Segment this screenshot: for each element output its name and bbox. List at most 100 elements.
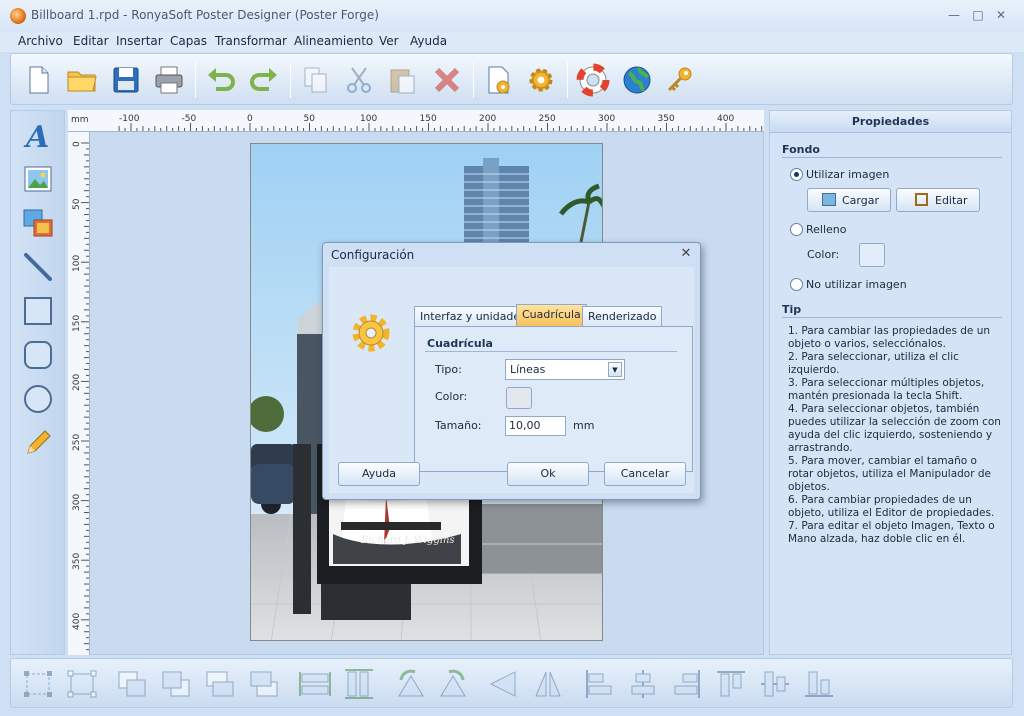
align-middle-icon[interactable] <box>758 668 792 700</box>
cut-icon[interactable] <box>342 63 376 97</box>
copy-icon[interactable] <box>299 63 333 97</box>
align-right-icon[interactable] <box>670 668 704 700</box>
app-logo-icon <box>10 8 26 24</box>
load-image-icon <box>822 193 836 206</box>
ruler-top-label: -100 <box>119 114 140 124</box>
rotate-left-icon[interactable] <box>393 668 427 700</box>
tab-renderizado[interactable]: Renderizado <box>582 306 663 326</box>
flip-vertical-icon[interactable] <box>531 668 565 700</box>
ruler-top-label: 350 <box>657 114 675 124</box>
menu-archivo[interactable]: Archivo <box>18 34 63 48</box>
bring-to-front-icon[interactable] <box>203 668 237 700</box>
tipo-label: Tipo: <box>435 363 462 376</box>
ok-button[interactable]: Ok <box>507 462 589 486</box>
redo-icon[interactable] <box>247 63 281 97</box>
svg-text:A: A <box>23 120 49 151</box>
image-tool-icon[interactable] <box>22 163 54 195</box>
align-center-icon[interactable] <box>626 668 660 700</box>
tip-item: 2. Para seleccionar, utiliza el clic izq… <box>788 351 959 376</box>
crop-icon <box>915 193 928 206</box>
no-utilizar-imagen-radio[interactable] <box>790 278 803 291</box>
maximize-button[interactable]: □ <box>967 6 989 24</box>
bring-forward-icon[interactable] <box>115 668 149 700</box>
configuracion-dialog: Configuración ✕ Interfaz y unidades Cuad… <box>322 242 701 500</box>
send-to-back-icon[interactable] <box>247 668 281 700</box>
fondo-section-title: Fondo <box>782 143 820 156</box>
menu-insertar[interactable]: Insertar <box>116 34 163 48</box>
flip-horizontal-icon[interactable] <box>487 668 521 700</box>
same-height-icon[interactable] <box>342 668 376 700</box>
menu-ayuda[interactable]: Ayuda <box>410 34 447 48</box>
tip-item: 6. Para cambiar propiedades de un objeto… <box>788 494 995 519</box>
settings-gear-icon[interactable] <box>524 63 558 97</box>
ruler-left-label: 400 <box>72 612 82 630</box>
ruler-top-label: 300 <box>598 114 616 124</box>
ayuda-button[interactable]: Ayuda <box>338 462 420 486</box>
ruler-left-label: 350 <box>72 553 82 571</box>
relleno-radio[interactable] <box>790 223 803 236</box>
chevron-down-icon[interactable]: ▼ <box>608 362 622 377</box>
dialog-close-icon[interactable]: ✕ <box>678 246 694 261</box>
save-icon[interactable] <box>109 63 143 97</box>
close-window-button[interactable]: ✕ <box>990 6 1012 24</box>
undo-icon[interactable] <box>204 63 238 97</box>
new-file-icon[interactable] <box>21 63 55 97</box>
grid-color-swatch[interactable] <box>506 387 532 409</box>
document-settings-icon[interactable] <box>482 63 516 97</box>
pencil-tool-icon[interactable] <box>22 427 54 459</box>
tab-interfaz-y-unidades[interactable]: Interfaz y unidades <box>414 306 532 326</box>
tip-section-title: Tip <box>782 303 802 316</box>
menu-capas[interactable]: Capas <box>170 34 207 48</box>
menu-bar: Archivo Editar Insertar Capas Transforma… <box>0 32 1024 52</box>
tamano-unit: mm <box>573 419 595 432</box>
open-folder-icon[interactable] <box>65 63 99 97</box>
tip-item: 7. Para editar el objeto Imagen, Texto o… <box>788 520 995 545</box>
paste-icon[interactable] <box>386 63 420 97</box>
menu-transformar[interactable]: Transformar <box>215 34 287 48</box>
utilizar-imagen-radio[interactable] <box>790 168 803 181</box>
align-top-icon[interactable] <box>714 668 748 700</box>
images-tool-icon[interactable] <box>22 207 54 239</box>
tamano-label: Tamaño: <box>435 419 482 432</box>
tamano-input[interactable]: 10,00 <box>505 416 566 436</box>
tipo-value: Líneas <box>510 363 546 376</box>
properties-panel: Propiedades Fondo Utilizar imagen Cargar… <box>769 110 1012 655</box>
fill-color-label: Color: <box>807 248 840 261</box>
settings-gear-icon <box>349 311 393 355</box>
help-lifebuoy-icon[interactable] <box>576 63 610 97</box>
no-utilizar-imagen-label: No utilizar imagen <box>806 278 907 291</box>
ellipse-tool-icon[interactable] <box>22 383 54 415</box>
key-icon[interactable] <box>663 63 697 97</box>
group-icon[interactable] <box>21 668 55 700</box>
align-left-icon[interactable] <box>582 668 616 700</box>
rounded-rectangle-tool-icon[interactable] <box>22 339 54 371</box>
menu-editar[interactable]: Editar <box>73 34 109 48</box>
text-tool-icon[interactable]: A <box>22 119 54 155</box>
print-icon[interactable] <box>152 63 186 97</box>
ruler-top-label: 50 <box>303 114 315 124</box>
minimize-button[interactable]: — <box>943 6 965 24</box>
window-title: Billboard 1.rpd - RonyaSoft Poster Desig… <box>31 8 379 22</box>
ruler-left-label: 50 <box>72 198 82 210</box>
rectangle-tool-icon[interactable] <box>22 295 54 327</box>
tipo-select[interactable]: Líneas ▼ <box>505 359 625 380</box>
menu-ver[interactable]: Ver <box>379 34 399 48</box>
send-backward-icon[interactable] <box>159 668 193 700</box>
cancelar-button[interactable]: Cancelar <box>604 462 686 486</box>
ruler-unit-label: mm <box>71 115 89 125</box>
dialog-title: Configuración <box>331 248 415 262</box>
ungroup-icon[interactable] <box>65 668 99 700</box>
web-globe-icon[interactable] <box>620 63 654 97</box>
same-width-icon[interactable] <box>298 668 332 700</box>
menu-alineamiento[interactable]: Alineamiento <box>294 34 373 48</box>
rotate-right-icon[interactable] <box>437 668 471 700</box>
relleno-label: Relleno <box>806 223 847 236</box>
line-tool-icon[interactable] <box>22 251 54 283</box>
cargar-button[interactable]: Cargar <box>807 188 891 212</box>
align-bottom-icon[interactable] <box>802 668 836 700</box>
fill-color-swatch[interactable] <box>859 243 885 267</box>
ruler-top-label: 200 <box>479 114 497 124</box>
editar-button[interactable]: Editar <box>896 188 980 212</box>
tab-cuadricula[interactable]: Cuadrícula <box>516 304 587 326</box>
delete-icon[interactable] <box>430 63 464 97</box>
